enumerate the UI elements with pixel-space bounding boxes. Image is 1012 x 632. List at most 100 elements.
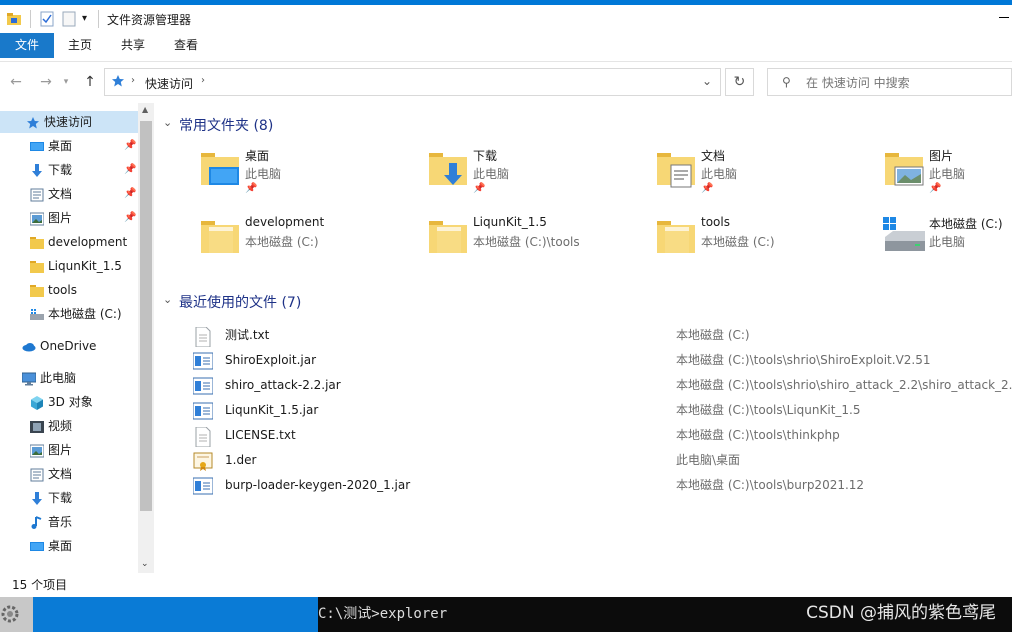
sidebar-item[interactable]: 下载 📌 (0, 159, 138, 181)
tab-view[interactable]: 查看 (166, 33, 206, 58)
sidebar-item-label: 桌面 (48, 539, 73, 553)
recent-file-row[interactable]: LiqunKit_1.5.jar 本地磁盘 (C:)\tools\LiqunKit… (155, 399, 1012, 421)
search-input[interactable] (804, 73, 1008, 93)
recent-file-row[interactable]: 1.der 此电脑\桌面 (155, 449, 1012, 471)
sidebar-item-label: 视频 (48, 419, 73, 433)
sidebar-item-label: 图片 (48, 443, 73, 457)
recent-file-row[interactable]: LICENSE.txt 本地磁盘 (C:)\tools\thinkphp (155, 424, 1012, 448)
folder-icon (30, 235, 44, 249)
document-folder-icon (655, 145, 699, 189)
recent-file-row[interactable]: burp-loader-keygen-2020_1.jar 本地磁盘 (C:)\t… (155, 474, 1012, 496)
picture-icon (29, 211, 45, 226)
download-icon (30, 163, 44, 177)
sidebar-item[interactable]: 音乐 (0, 511, 138, 533)
address-separator-2[interactable]: › (201, 75, 205, 86)
sidebar-item[interactable]: 3D 对象 (0, 391, 138, 413)
recent-file-row[interactable]: ShiroExploit.jar 本地磁盘 (C:)\tools\shrio\Sh… (155, 349, 1012, 371)
minimize-icon[interactable] (999, 17, 1009, 18)
collapse-chevron-icon[interactable]: ⌄ (163, 293, 172, 306)
address-path[interactable]: 快速访问 (145, 75, 193, 92)
folder-tile[interactable]: 图片 此电脑 📌 (883, 145, 1012, 201)
sidebar-item[interactable]: 图片 📌 (0, 207, 138, 229)
folder-tile[interactable]: 下载 此电脑 📌 (427, 145, 647, 201)
folder-tile[interactable]: LiqunKit_1.5 本地磁盘 (C:)\tools (427, 213, 647, 269)
collapse-chevron-icon[interactable]: ⌄ (163, 116, 172, 129)
scroll-up-icon[interactable]: ▲ (142, 105, 148, 114)
pin-icon: 📌 (124, 212, 137, 223)
sidebar-item[interactable]: 图片 (0, 439, 138, 461)
frequent-folders-heading[interactable]: ⌄ 常用文件夹 (8) (163, 115, 273, 135)
tab-share[interactable]: 共享 (113, 33, 153, 58)
folder-location: 此电脑 (701, 167, 738, 181)
window-title: 文件资源管理器 (107, 13, 192, 27)
new-folder-icon[interactable] (61, 11, 77, 27)
recent-locations-icon[interactable]: ▾ (60, 72, 72, 92)
sidebar-item[interactable]: 本地磁盘 (C:) (0, 303, 138, 325)
sidebar-item[interactable]: development (0, 231, 138, 253)
folder-location: 此电脑 (929, 167, 966, 181)
navigation-pane: 快速访问 桌面 📌 下载 📌 文档 📌 图片 📌 development LiqunKit_1.5 t… (0, 103, 154, 573)
video-icon (30, 419, 44, 433)
customize-quick-access-icon[interactable]: ▾ (82, 11, 98, 27)
folder-name: 文档 (701, 149, 726, 163)
tab-home[interactable]: 主页 (60, 33, 100, 58)
status-bar: 15 个项目 (0, 573, 1012, 597)
up-arrow-icon[interactable]: ↑ (80, 72, 100, 92)
folder-tile[interactable]: 本地磁盘 (C:) 此电脑 (883, 213, 1012, 269)
recent-file-row[interactable]: 测试.txt 本地磁盘 (C:) (155, 324, 1012, 348)
folder-tile[interactable]: 文档 此电脑 📌 (655, 145, 875, 201)
desktop-icon (30, 139, 44, 153)
sidebar-item[interactable]: 文档 📌 (0, 183, 138, 205)
sidebar-item[interactable]: 快速访问 (0, 111, 138, 133)
folder-location: 此电脑 (245, 167, 282, 181)
jar-file-icon (192, 402, 214, 420)
scroll-thumb[interactable] (140, 121, 152, 511)
text-file-icon (193, 326, 213, 348)
drive-icon (30, 307, 44, 321)
sidebar-item[interactable]: tools (0, 279, 138, 301)
item-count: 15 个项目 (12, 578, 68, 592)
explorer-app-icon (6, 11, 22, 27)
folder-tile[interactable]: 桌面 此电脑 📌 (199, 145, 419, 201)
sidebar-item-label: 本地磁盘 (C:) (48, 307, 122, 321)
folder-name: 图片 (929, 149, 954, 163)
sidebar-item[interactable]: 桌面 (0, 535, 138, 557)
nav-scrollbar[interactable]: ▲ ⌄ (138, 103, 154, 573)
sidebar-item[interactable]: 下载 (0, 487, 138, 509)
folder-name: 本地磁盘 (C:) (929, 217, 1003, 231)
properties-icon[interactable] (39, 11, 55, 27)
recent-files-heading[interactable]: ⌄ 最近使用的文件 (7) (163, 292, 301, 312)
folder-location: 本地磁盘 (C:)\tools (473, 235, 580, 249)
recent-file-row[interactable]: shiro_attack-2.2.jar 本地磁盘 (C:)\tools\shri… (155, 374, 1012, 396)
back-arrow-icon[interactable]: ← (6, 72, 26, 92)
sidebar-item[interactable]: 视频 (0, 415, 138, 437)
sidebar-item[interactable]: 文档 (0, 463, 138, 485)
sidebar-item[interactable]: OneDrive (0, 335, 138, 357)
file-name: LICENSE.txt (225, 428, 296, 442)
folder-tile[interactable]: development 本地磁盘 (C:) (199, 213, 419, 269)
address-separator[interactable]: › (131, 75, 135, 86)
file-name: shiro_attack-2.2.jar (225, 378, 341, 392)
title-separator (30, 10, 31, 28)
search-box[interactable]: ⚲ (767, 68, 1012, 96)
taskbar: C:\测试>explorer CSDN @捕风的紫色鸢尾 (0, 597, 1012, 632)
settings-gear-icon[interactable] (0, 597, 33, 632)
forward-arrow-icon[interactable]: → (36, 72, 56, 92)
folder-location: 此电脑 (473, 167, 510, 181)
watermark: CSDN @捕风的紫色鸢尾 (806, 603, 996, 623)
sidebar-item[interactable]: LiqunKit_1.5 (0, 255, 138, 277)
ribbon-tabs: 文件 主页 共享 查看 (0, 33, 1012, 62)
file-name: 测试.txt (225, 328, 270, 342)
sidebar-item-label: OneDrive (40, 339, 97, 353)
address-dropdown-icon[interactable]: ⌄ (702, 74, 712, 88)
refresh-icon[interactable]: ↻ (725, 68, 754, 96)
tab-file[interactable]: 文件 (0, 33, 54, 58)
sidebar-item-label: 3D 对象 (48, 395, 93, 409)
scroll-down-icon[interactable]: ⌄ (141, 559, 149, 569)
file-name: 1.der (225, 453, 257, 467)
computer-icon (21, 371, 37, 386)
sidebar-item[interactable]: 此电脑 (0, 367, 138, 389)
folder-tile[interactable]: tools 本地磁盘 (C:) (655, 213, 875, 269)
sidebar-item[interactable]: 桌面 📌 (0, 135, 138, 157)
address-bar[interactable]: › 快速访问 › ⌄ (104, 68, 721, 96)
